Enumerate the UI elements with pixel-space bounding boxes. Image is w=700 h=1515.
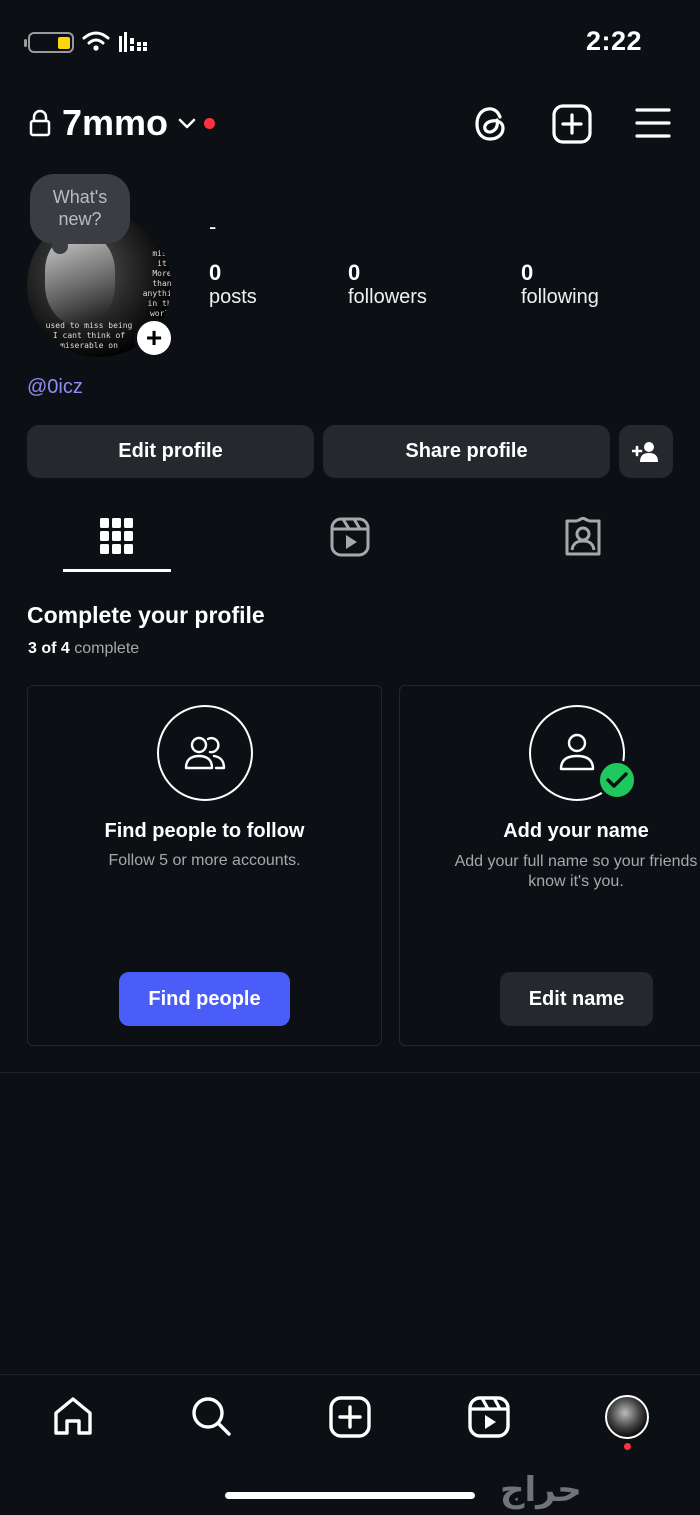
profile-tab-avatar[interactable] [605, 1395, 649, 1439]
find-people-button[interactable]: Find people [119, 972, 290, 1026]
grid-tab-icon[interactable] [100, 518, 133, 555]
home-icon[interactable] [52, 1395, 94, 1437]
edit-name-button[interactable]: Edit name [500, 972, 653, 1026]
active-tab-indicator [63, 569, 171, 572]
status-time: 2:22 [586, 26, 643, 56]
tagged-tab-icon[interactable] [564, 517, 602, 557]
cellular-signal-icon [119, 32, 147, 52]
lock-icon [29, 109, 51, 137]
create-icon[interactable] [329, 1396, 371, 1438]
discover-people-button[interactable] [619, 425, 673, 478]
create-post-icon[interactable] [552, 104, 592, 144]
reels-tab-icon[interactable] [330, 517, 370, 557]
haraj-watermark-logo: حراج [500, 1470, 582, 1510]
reels-icon[interactable] [468, 1396, 510, 1438]
profile-notification-dot [624, 1443, 631, 1450]
stat-posts[interactable]: 0 posts [209, 260, 257, 309]
person-icon [559, 733, 595, 771]
find-people-description: Follow 5 or more accounts. [108, 852, 301, 869]
search-icon[interactable] [190, 1395, 232, 1437]
content-divider [0, 1072, 700, 1073]
profile-name: - [209, 214, 217, 239]
home-indicator [225, 1492, 475, 1499]
edit-profile-button[interactable]: Edit profile [27, 425, 314, 478]
add-person-icon [632, 441, 658, 462]
completed-check-icon [597, 760, 637, 800]
complete-profile-title: Complete your profile [27, 602, 265, 628]
wifi-icon [82, 31, 110, 51]
menu-icon[interactable] [635, 107, 671, 139]
people-icon [184, 736, 226, 770]
chevron-down-icon[interactable] [177, 117, 197, 131]
notification-dot [204, 118, 215, 129]
threads-icon[interactable] [472, 104, 510, 144]
share-profile-button[interactable]: Share profile [323, 425, 610, 478]
threads-handle-link[interactable]: @0icz [27, 376, 83, 399]
battery-icon [24, 32, 74, 53]
profile-progress: 3 of 4 complete [28, 640, 140, 657]
add-story-button[interactable]: + [134, 318, 174, 358]
stat-following[interactable]: 0 following [521, 260, 599, 309]
note-bubble[interactable]: What's new? [30, 174, 130, 254]
add-name-description: Add your full name so your friends know i… [454, 853, 698, 890]
add-name-title: Add your name [503, 820, 649, 842]
account-username[interactable]: 7mmo [62, 102, 168, 144]
find-people-title: Find people to follow [104, 820, 305, 842]
stat-followers[interactable]: 0 followers [348, 260, 427, 309]
